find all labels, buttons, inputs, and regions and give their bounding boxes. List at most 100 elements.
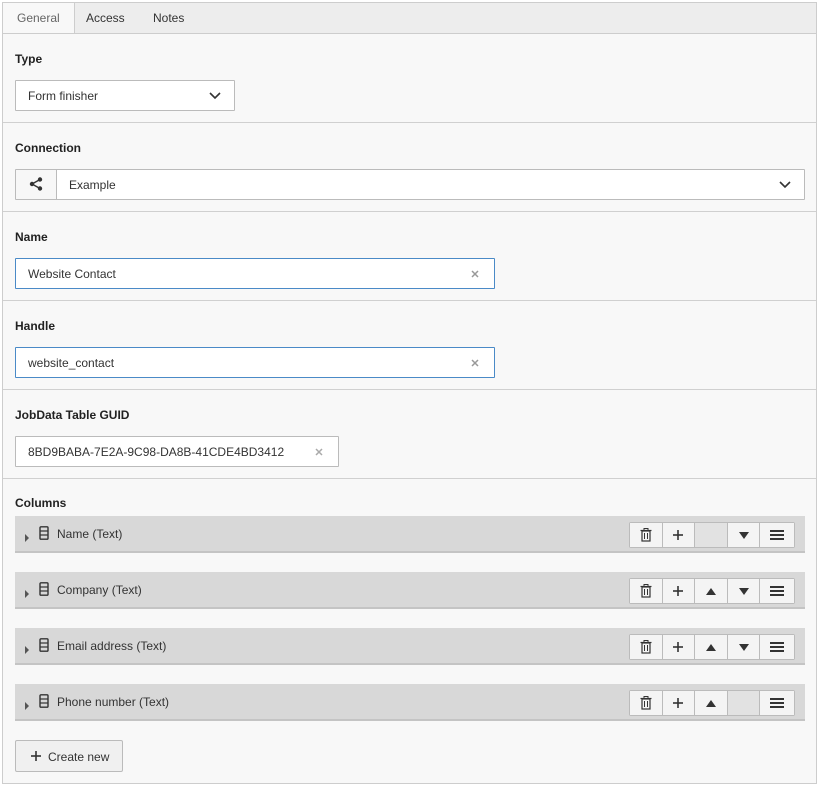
create-new-button[interactable]: Create new (15, 740, 123, 772)
add-after-button[interactable] (662, 691, 696, 715)
drag-handle-icon (770, 698, 785, 708)
column-label: Company (Text) (57, 583, 142, 597)
guid-label: JobData Table GUID (15, 408, 130, 422)
trash-icon (640, 528, 652, 542)
database-column-icon (39, 694, 49, 708)
clear-icon[interactable] (471, 359, 479, 367)
connection-select-value: Example (69, 178, 116, 192)
name-label: Name (15, 230, 48, 244)
connection-select[interactable]: Example (15, 169, 805, 200)
drag-handle-icon (770, 642, 785, 652)
move-down-button[interactable] (727, 635, 761, 659)
column-row[interactable]: Name (Text) (15, 516, 805, 553)
add-after-button[interactable] (662, 635, 696, 659)
drag-handle-button[interactable] (760, 635, 795, 659)
database-column-icon (39, 582, 49, 596)
plus-icon (673, 530, 684, 540)
drag-handle-button[interactable] (760, 691, 795, 715)
handle-input[interactable]: website_contact (15, 347, 495, 378)
connection-icon-box (16, 170, 57, 199)
add-after-button[interactable] (662, 523, 696, 547)
move-down-button[interactable] (727, 523, 761, 547)
expand-caret-icon (25, 646, 29, 654)
delete-button[interactable] (630, 523, 663, 547)
create-new-label: Create new (48, 750, 110, 764)
column-label: Email address (Text) (57, 639, 167, 653)
trash-icon (640, 640, 652, 654)
share-nodes-icon (29, 177, 43, 191)
expand-caret[interactable] (24, 699, 30, 710)
type-select-value: Form finisher (28, 89, 99, 103)
move-up-icon (706, 643, 717, 651)
chevron-down-icon (779, 181, 791, 189)
column-label: Name (Text) (57, 527, 123, 541)
move-up-icon (706, 699, 717, 707)
guid-input-value: 8BD9BABA-7E2A-9C98-DA8B-41CDE4BD3412 (28, 445, 285, 459)
column-type-icon (39, 526, 49, 540)
expand-caret-icon (25, 590, 29, 598)
name-input[interactable]: Website Contact (15, 258, 495, 289)
tab-access[interactable]: Access (72, 3, 139, 35)
drag-handle-button[interactable] (760, 579, 795, 603)
type-section: Type Form finisher (3, 34, 816, 123)
column-label: Phone number (Text) (57, 695, 170, 709)
expand-caret-icon (25, 702, 29, 710)
column-type-icon (39, 638, 49, 652)
move-up-button[interactable] (695, 691, 728, 715)
expand-caret[interactable] (24, 643, 30, 654)
delete-button[interactable] (630, 691, 663, 715)
move-down-icon (738, 643, 749, 651)
tab-notes[interactable]: Notes (139, 3, 198, 35)
drag-handle-icon (770, 530, 785, 540)
name-section: Name Website Contact (3, 212, 816, 301)
type-label: Type (15, 52, 43, 66)
connection-section: Connection Example (3, 123, 816, 212)
expand-caret[interactable] (24, 587, 30, 598)
delete-button[interactable] (630, 579, 663, 603)
clear-icon[interactable] (315, 448, 323, 456)
column-actions (629, 578, 795, 604)
move-down-icon (738, 587, 749, 595)
column-actions (629, 634, 795, 660)
handle-section: Handle website_contact (3, 301, 816, 390)
chevron-down-icon (209, 92, 221, 100)
drag-handle-button[interactable] (760, 523, 795, 547)
trash-icon (640, 584, 652, 598)
move-up-icon (706, 587, 717, 595)
tab-bar: General Access Notes (2, 2, 817, 36)
guid-input[interactable]: 8BD9BABA-7E2A-9C98-DA8B-41CDE4BD3412 (15, 436, 339, 467)
move-up-button[interactable] (695, 635, 728, 659)
move-down-placeholder (727, 691, 761, 715)
add-after-button[interactable] (662, 579, 696, 603)
plus-icon (31, 751, 41, 761)
column-actions (629, 690, 795, 716)
column-actions (629, 522, 795, 548)
column-type-icon (39, 694, 49, 708)
column-row[interactable]: Phone number (Text) (15, 684, 805, 721)
move-down-button[interactable] (727, 579, 761, 603)
trash-icon (640, 696, 652, 710)
database-column-icon (39, 638, 49, 652)
column-type-icon (39, 582, 49, 596)
guid-section: JobData Table GUID 8BD9BABA-7E2A-9C98-DA… (3, 390, 816, 479)
delete-button[interactable] (630, 635, 663, 659)
drag-handle-icon (770, 586, 785, 596)
plus-icon (673, 698, 684, 708)
handle-input-value: website_contact (28, 356, 115, 370)
move-up-button[interactable] (695, 579, 728, 603)
column-row[interactable]: Email address (Text) (15, 628, 805, 665)
connection-label: Connection (15, 141, 81, 155)
general-panel: Type Form finisher Connection Example Na… (2, 33, 817, 784)
name-input-value: Website Contact (28, 267, 116, 281)
plus-icon (673, 586, 684, 596)
move-up-placeholder (695, 523, 728, 547)
expand-caret-icon (25, 534, 29, 542)
plus-icon (673, 642, 684, 652)
move-down-icon (738, 531, 749, 539)
type-select[interactable]: Form finisher (15, 80, 235, 111)
expand-caret[interactable] (24, 531, 30, 542)
handle-label: Handle (15, 319, 56, 333)
column-row[interactable]: Company (Text) (15, 572, 805, 609)
tab-general[interactable]: General (3, 3, 75, 36)
clear-icon[interactable] (471, 270, 479, 278)
